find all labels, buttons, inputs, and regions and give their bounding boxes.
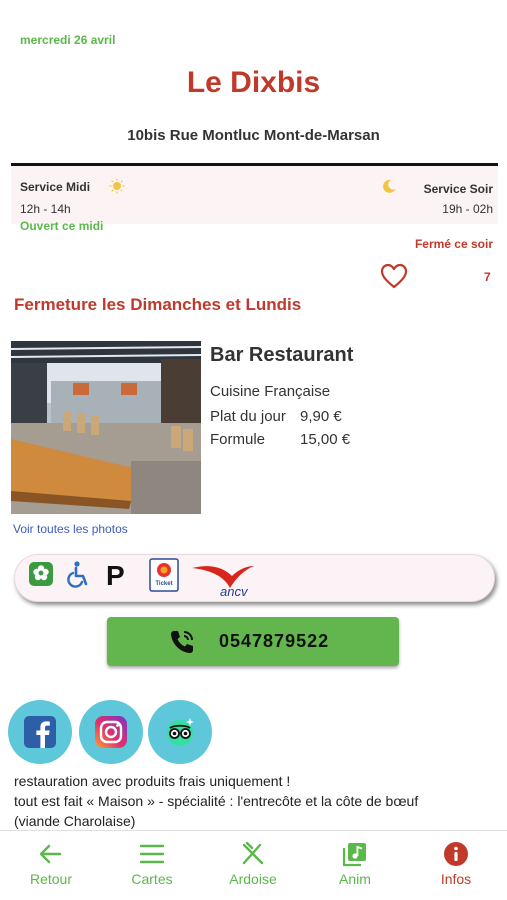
ancv-label: ancv <box>220 584 249 599</box>
tripadvisor-icon <box>167 718 194 746</box>
closure-notice: Fermeture les Dimanches et Lundis <box>14 295 302 314</box>
venue-type: Bar Restaurant <box>210 344 354 366</box>
back-arrow-icon <box>39 844 62 864</box>
description-text: restauration avec produits frais uniquem… <box>14 771 504 831</box>
facebook-icon <box>24 716 56 748</box>
service-midi-status: Ouvert ce midi <box>20 219 104 233</box>
service-soir-status: Fermé ce soir <box>414 237 493 251</box>
service-soir-label: Service Soir <box>423 182 493 196</box>
price-value: 9,90 € <box>300 408 342 425</box>
address-label: 10bis Rue Montluc Mont-de-Marsan <box>127 127 380 144</box>
tab-label: Retour <box>29 871 73 887</box>
service-midi-hours: 12h - 14h <box>20 202 71 216</box>
service-soir-hours: 19h - 02h <box>442 202 493 216</box>
wheelchair-accessible-icon <box>67 561 88 588</box>
price-formule: Formule 15,00 € <box>210 431 350 448</box>
fork-knife-icon <box>242 841 264 865</box>
service-midi-label: Service Midi <box>20 180 91 194</box>
tab-cartes[interactable]: Cartes <box>107 841 197 887</box>
restaurant-photo[interactable] <box>11 341 201 514</box>
tab-infos[interactable]: Infos <box>411 841 501 887</box>
ancv-icon: ancv <box>192 566 254 599</box>
info-icon <box>444 842 468 866</box>
price-label: Plat du jour <box>210 408 286 425</box>
description-line: restauration avec produits frais uniquem… <box>14 773 291 789</box>
moon-icon <box>383 179 396 193</box>
ticket-label: Ticket <box>155 581 172 587</box>
sun-icon <box>109 178 125 194</box>
facebook-button[interactable] <box>8 700 72 764</box>
description-line: tout est fait « Maison » - spécialité : … <box>14 793 419 809</box>
tab-retour[interactable]: Retour <box>6 841 96 887</box>
see-all-photos-link[interactable]: Voir toutes les photos <box>13 522 128 536</box>
tab-label: Infos <box>440 871 472 887</box>
svg-text:P: P <box>106 560 125 588</box>
price-value: 15,00 € <box>300 431 351 448</box>
ticket-restaurant-icon: Ticket <box>149 558 179 592</box>
tab-ardoise[interactable]: Ardoise <box>208 841 298 887</box>
menu-lines-icon <box>139 844 165 864</box>
call-button[interactable]: 0547879522 <box>107 617 399 666</box>
like-count: 7 <box>484 270 491 284</box>
tripadvisor-button[interactable] <box>148 700 212 764</box>
tab-label: Cartes <box>131 871 173 887</box>
instagram-button[interactable] <box>79 700 143 764</box>
date-label: mercredi 26 avril <box>20 33 116 47</box>
tab-label: Ardoise <box>229 871 277 887</box>
price-plat-du-jour: Plat du jour 9,90 € <box>210 408 342 425</box>
page-title: Le Dixbis <box>186 66 321 99</box>
terrace-flower-icon <box>29 562 53 586</box>
heart-icon[interactable] <box>380 263 408 289</box>
cuisine-label: Cuisine Française <box>210 383 331 400</box>
music-note-icon <box>342 843 366 867</box>
price-label: Formule <box>210 431 266 448</box>
tab-label: Anim <box>339 871 371 887</box>
tab-anim[interactable]: Anim <box>310 841 400 887</box>
phone-icon <box>171 631 193 653</box>
phone-number: 0547879522 <box>219 631 330 651</box>
instagram-icon <box>95 716 127 748</box>
parking-icon: P <box>106 560 125 588</box>
bottom-tab-bar: Retour Cartes Ardoise Anim Infos <box>0 830 507 900</box>
description-line: (viande Charolaise) <box>14 813 136 829</box>
